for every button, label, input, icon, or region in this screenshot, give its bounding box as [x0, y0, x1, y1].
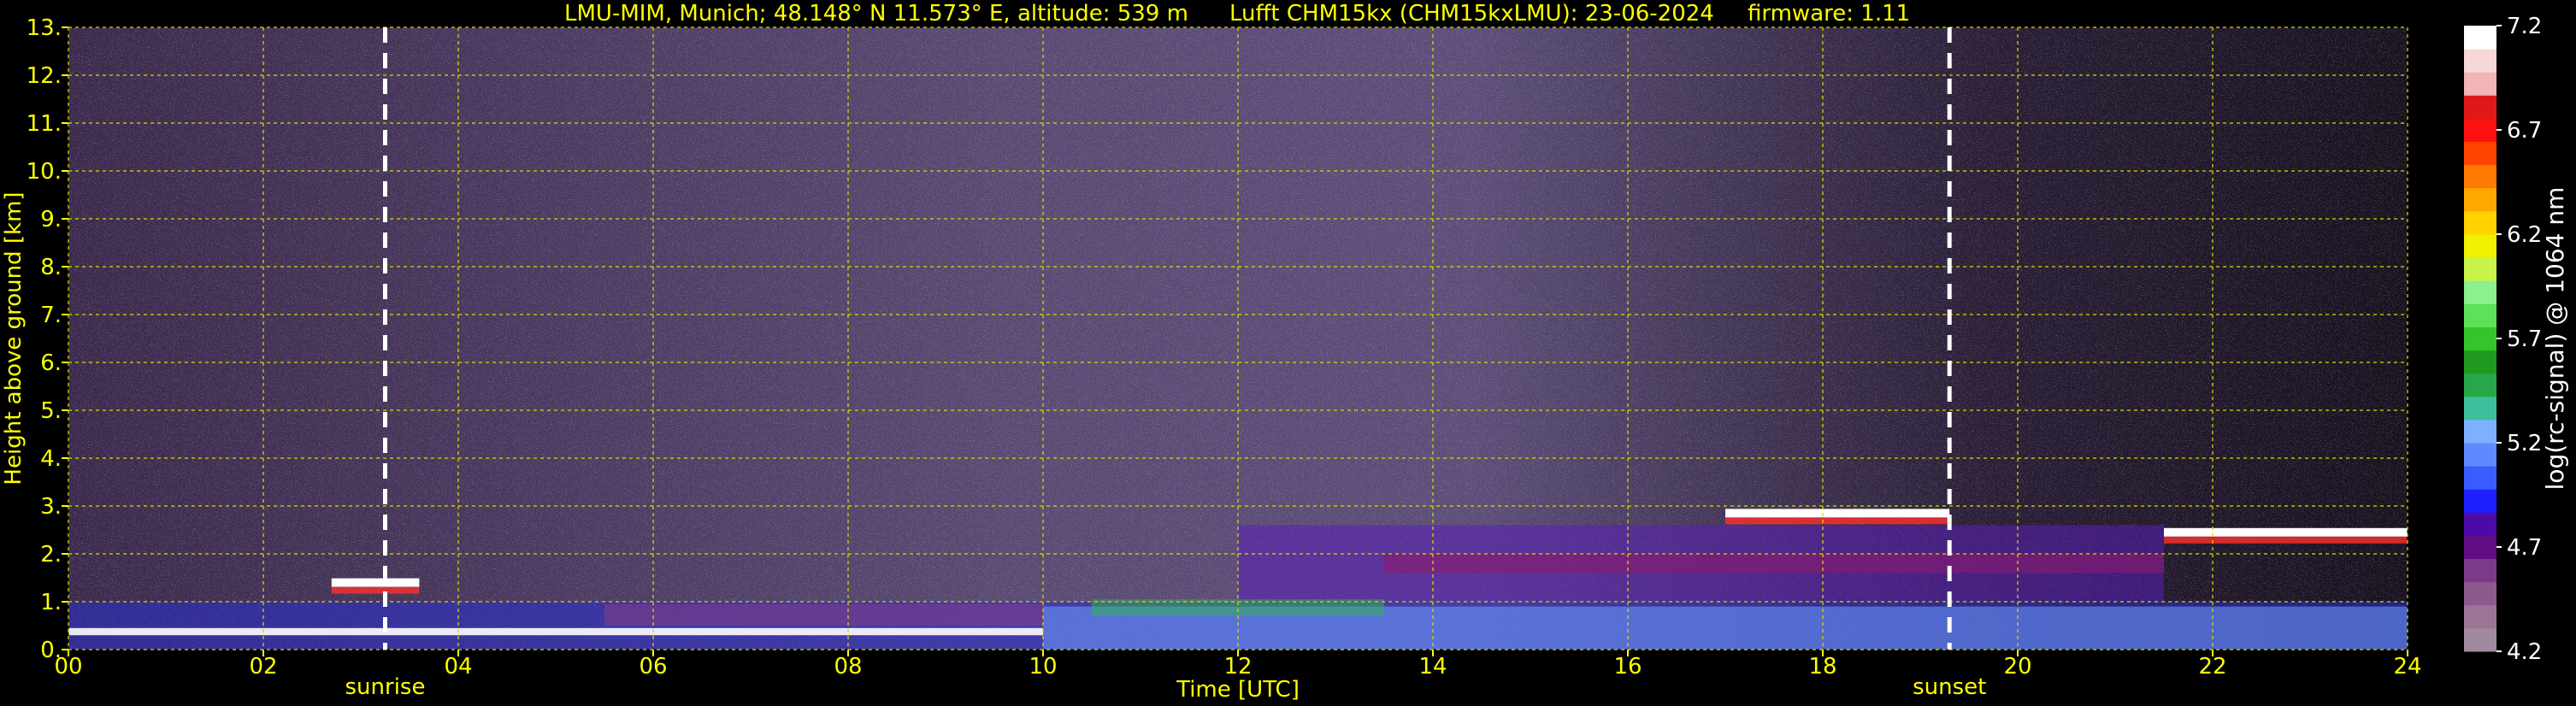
y-tick-label: 2.: [40, 542, 62, 568]
title-station: LMU-MIM, Munich; 48.148° N 11.573° E, al…: [564, 1, 1188, 26]
colorbar-label: log(rc-signal) @ 1064 nm: [2541, 187, 2569, 491]
y-tick-label: 4.: [40, 446, 62, 472]
x-axis-label: Time [UTC]: [1176, 677, 1300, 703]
colorbar-segment: [2464, 210, 2496, 235]
y-axis: 0.1.2.3.4.5.6.7.8.9.10.11.12.13.: [27, 15, 68, 663]
colorbar-segment: [2464, 26, 2496, 50]
colorbar-segment: [2464, 604, 2496, 629]
y-tick-label: 13.: [27, 15, 62, 41]
chart-title: LMU-MIM, Munich; 48.148° N 11.573° E, al…: [564, 1, 1910, 26]
colorbar-segment: [2464, 489, 2496, 513]
colorbar: [2464, 26, 2496, 652]
colorbar-tick-label: 4.2: [2507, 639, 2542, 665]
morning-aerosol-layer: [604, 603, 1043, 626]
y-tick-label: 12.: [27, 63, 62, 89]
y-tick-label: 5.: [40, 398, 62, 424]
y-tick-label: 1.: [40, 590, 62, 615]
colorbar-segment: [2464, 72, 2496, 96]
colorbar-segment: [2464, 49, 2496, 73]
x-tick-label: 14: [1418, 654, 1447, 680]
colorbar-segment: [2464, 466, 2496, 490]
title-instrument: Lufft CHM15kx (CHM15kxLMU): 23-06-2024: [1229, 1, 1714, 26]
annotation-label-sunrise: sunrise: [345, 674, 426, 700]
ceilometer-chart: LMU-MIM, Munich; 48.148° N 11.573° E, al…: [1, 1, 2569, 703]
colorbar-tick-label: 5.2: [2507, 431, 2542, 456]
y-tick-label: 11.: [27, 111, 62, 137]
cloud-mark: [2164, 527, 2408, 537]
y-tick-label: 9.: [40, 207, 62, 232]
x-tick-label: 00: [54, 654, 82, 680]
x-tick-label: 16: [1613, 654, 1642, 680]
x-tick-label: 02: [249, 654, 277, 680]
colorbar-segment: [2464, 627, 2496, 652]
y-axis-label: Height above ground [km]: [1, 191, 27, 485]
colorbar-tick-label: 5.7: [2507, 327, 2542, 352]
colorbar-segment: [2464, 164, 2496, 189]
colorbar-segment: [2464, 118, 2496, 143]
colorbar-segment: [2464, 373, 2496, 397]
x-tick-label: 18: [1808, 654, 1836, 680]
surface-layer-bright: [68, 627, 1043, 636]
cloud-base-mark: [1725, 517, 1950, 525]
colorbar-segment: [2464, 280, 2496, 304]
x-tick-label: 22: [2198, 654, 2226, 680]
y-tick-label: 8.: [40, 255, 62, 280]
cloud-base-mark: [331, 586, 420, 594]
colorbar-tick-label: 6.7: [2507, 118, 2542, 144]
cloud-base-mark: [2164, 536, 2408, 544]
x-tick-label: 06: [639, 654, 667, 680]
colorbar-segment: [2464, 327, 2496, 351]
colorbar-segment: [2464, 581, 2496, 606]
colorbar-segment: [2464, 558, 2496, 583]
colorbar-segment: [2464, 234, 2496, 258]
colorbar-segment: [2464, 257, 2496, 281]
x-tick-label: 10: [1029, 654, 1057, 680]
cloud-mark: [331, 578, 420, 587]
colorbar-segment: [2464, 95, 2496, 119]
x-tick-label: 04: [444, 654, 472, 680]
y-tick-label: 3.: [40, 494, 62, 520]
colorbar-tick-label: 6.2: [2507, 222, 2542, 248]
colorbar-segment: [2464, 535, 2496, 560]
cloud-mark: [1725, 509, 1950, 518]
colorbar-segment: [2464, 141, 2496, 166]
colorbar-tick-label: 7.2: [2507, 14, 2542, 39]
colorbar-segment: [2464, 350, 2496, 374]
x-tick-label: 24: [2393, 654, 2421, 680]
colorbar-tick-label: 4.7: [2507, 535, 2542, 561]
y-tick-label: 6.: [40, 350, 62, 376]
x-tick-label: 08: [834, 654, 862, 680]
y-tick-label: 10.: [27, 159, 62, 185]
x-tick-label: 20: [2003, 654, 2031, 680]
colorbar-segment: [2464, 443, 2496, 467]
y-tick-label: 7.: [40, 303, 62, 328]
colorbar-segment: [2464, 303, 2496, 327]
colorbar-segment: [2464, 512, 2496, 536]
colorbar-segment: [2464, 419, 2496, 444]
residual-layer-core: [1384, 554, 2164, 574]
colorbar-segment: [2464, 396, 2496, 421]
annotation-label-sunset: sunset: [1913, 674, 1986, 700]
x-tick-label: 12: [1223, 654, 1252, 680]
colorbar-segment: [2464, 187, 2496, 212]
title-firmware: firmware: 1.11: [1748, 1, 1910, 26]
colorbar-ticks: 4.2 4.7 5.2 5.7 6.2 6.7 7.2: [2496, 14, 2542, 665]
